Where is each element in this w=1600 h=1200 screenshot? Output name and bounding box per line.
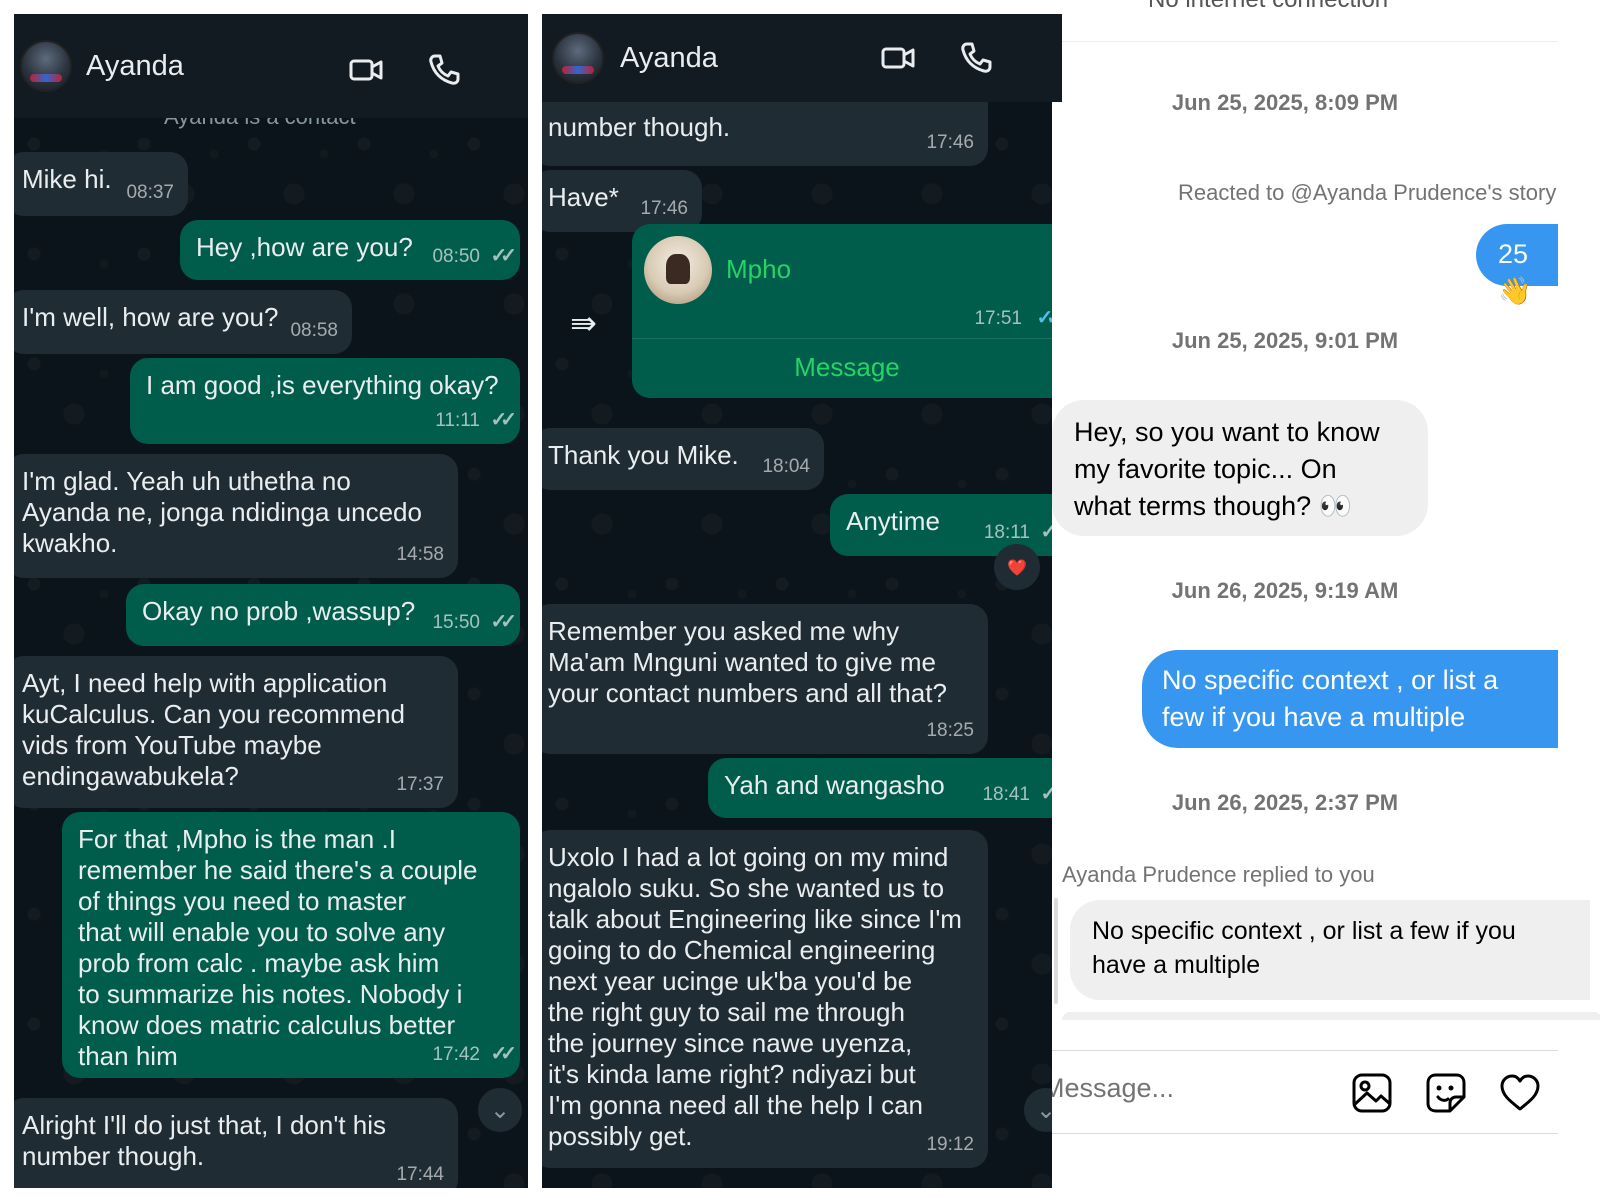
message-incoming[interactable]: number though. 17:46 <box>542 96 988 166</box>
reply-indicator <box>1054 898 1058 1004</box>
next-message-edge <box>1062 1012 1600 1020</box>
message-incoming[interactable]: Hey, so you want to know my favorite top… <box>1052 400 1428 536</box>
scroll-down-icon[interactable]: ⌄ <box>478 1088 522 1132</box>
read-receipt-icon: ✓✓ <box>490 245 516 267</box>
shared-contact-card[interactable]: Mpho 17:51 ✓✓ Message <box>632 224 1063 398</box>
message-composer[interactable]: Message... <box>1052 1050 1558 1134</box>
story-reaction-bubble[interactable]: 25 👋 <box>1476 224 1558 306</box>
message-incoming[interactable]: Ayt, I need help with application kuCalc… <box>14 656 458 808</box>
contact-card-avatar <box>644 236 712 304</box>
timestamp: Jun 26, 2025, 9:19 AM <box>1171 578 1399 603</box>
message-outgoing[interactable]: No specific context , or list a few if y… <box>1142 650 1558 748</box>
connection-banner: No internet connection <box>1052 0 1558 42</box>
contact-card-name[interactable]: Mpho <box>726 254 791 285</box>
video-call-icon[interactable] <box>880 40 916 76</box>
whatsapp-chat-panel-2: Ayanda number though. 17:46 Have* 17:46 … <box>542 14 1062 1188</box>
whatsapp-chat-panel-1: Ayanda Ayanda is a contact Mike hi. 08:3… <box>14 14 528 1188</box>
message-incoming[interactable]: Have* 17:46 <box>542 170 702 232</box>
divider <box>632 338 1062 339</box>
message-incoming[interactable]: I'm glad. Yeah uh uthetha no Ayanda ne, … <box>14 454 458 578</box>
story-reaction-note: Reacted to @Ayanda Prudence's story <box>1178 180 1557 205</box>
read-receipt-icon: ✓✓ <box>490 409 516 431</box>
instagram-dm-panel: No internet connection Jun 25, 2025, 8:0… <box>1052 0 1600 1200</box>
sticker-icon[interactable] <box>1424 1071 1468 1115</box>
message-outgoing[interactable]: I am good ,is everything okay? 11:11 ✓✓ <box>130 358 520 444</box>
forward-icon[interactable]: ⇛ <box>570 304 597 342</box>
message-incoming[interactable]: Mike hi. 08:37 <box>14 152 188 216</box>
message-incoming[interactable]: Uxolo I had a lot going on my mind ngalo… <box>542 830 988 1168</box>
message-incoming[interactable]: Remember you asked me why Ma'am Mnguni w… <box>542 604 988 754</box>
image-icon[interactable] <box>1350 1071 1394 1115</box>
chat-header: Ayanda <box>14 14 528 118</box>
voice-call-icon[interactable] <box>426 52 462 88</box>
message-incoming[interactable]: Alright I'll do just that, I don't his n… <box>14 1098 458 1188</box>
contact-name[interactable]: Ayanda <box>620 42 718 75</box>
message-outgoing[interactable]: Okay no prob ,wassup? 15:50 ✓✓ <box>126 584 520 646</box>
timestamp: Jun 25, 2025, 9:01 PM <box>1171 328 1399 353</box>
message-input[interactable]: Message... <box>1052 1073 1174 1104</box>
read-receipt-icon: ✓✓ <box>490 1043 516 1065</box>
message-contact-button[interactable]: Message <box>632 352 1062 383</box>
video-call-icon[interactable] <box>348 52 384 88</box>
timestamp: Jun 26, 2025, 2:37 PM <box>1171 790 1399 815</box>
quoted-reply[interactable]: No specific context , or list a few if y… <box>1070 900 1590 1000</box>
reply-note: Ayanda Prudence replied to you <box>1062 862 1375 887</box>
voice-call-icon[interactable] <box>958 40 994 76</box>
timestamp: Jun 25, 2025, 8:09 PM <box>1171 90 1399 115</box>
message-outgoing[interactable]: Hey ,how are you? 08:50 ✓✓ <box>180 220 520 280</box>
read-receipt-icon: ✓✓ <box>490 611 516 633</box>
message-incoming[interactable]: Thank you Mike. 18:04 <box>542 428 824 490</box>
message-incoming[interactable]: I'm well, how are you? 08:58 <box>14 290 352 354</box>
contact-name[interactable]: Ayanda <box>86 50 184 83</box>
heart-icon[interactable] <box>1498 1071 1542 1115</box>
message-outgoing[interactable]: For that ,Mpho is the man .I remember he… <box>62 812 520 1078</box>
contact-avatar[interactable] <box>20 40 72 92</box>
contact-avatar[interactable] <box>552 32 604 84</box>
message-outgoing[interactable]: Yah and wangasho 18:41 ✓✓ <box>708 758 1062 818</box>
chat-header: Ayanda <box>542 14 1062 102</box>
heart-reaction[interactable]: ❤️ <box>994 544 1040 590</box>
